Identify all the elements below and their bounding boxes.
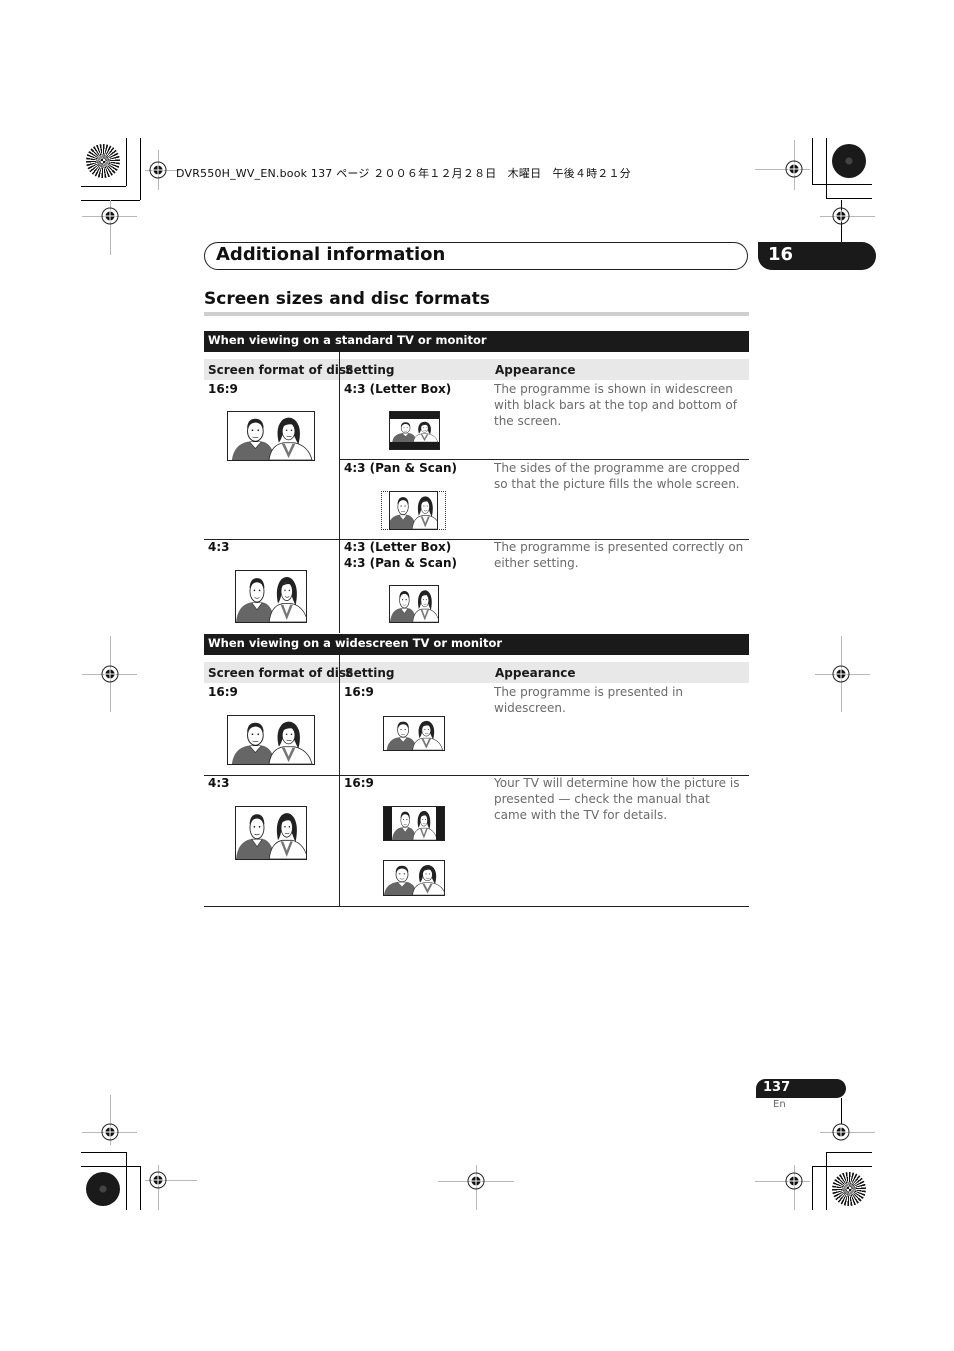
color-bar-star-icon xyxy=(832,1172,866,1206)
standard-picture xyxy=(389,585,439,623)
section-title: Screen sizes and disc formats xyxy=(204,289,490,309)
color-bar-solid-icon xyxy=(86,1172,120,1206)
man-illustration xyxy=(236,578,275,622)
column-header-setting: Setting xyxy=(345,666,395,680)
people-illustration xyxy=(390,590,438,622)
chapter-title: Additional information xyxy=(216,244,446,265)
column-header-disc-format: Screen format of disc xyxy=(208,363,354,377)
standard-tv-table: When viewing on a standard TV or monitor… xyxy=(204,331,749,633)
table-title: When viewing on a widescreen TV or monit… xyxy=(204,634,749,655)
registration-mark-icon xyxy=(149,1171,167,1189)
people-illustration xyxy=(236,813,306,859)
table-title: When viewing on a standard TV or monitor xyxy=(204,331,749,352)
table-header-row: Screen format of disc Setting Appearance xyxy=(204,662,749,683)
man-illustration xyxy=(236,814,275,859)
column-header-disc-format: Screen format of disc xyxy=(208,666,354,680)
pan-scan-picture xyxy=(389,491,438,530)
widescreen-picture xyxy=(227,411,315,461)
appearance-text: The programme is shown in widescreen wit… xyxy=(494,382,737,428)
woman-illustration xyxy=(268,577,306,622)
people-illustration xyxy=(231,721,313,764)
registration-mark-icon xyxy=(467,1172,485,1190)
color-bar-solid-icon xyxy=(832,144,866,178)
setting-label: 4:3 (Letter Box) xyxy=(344,382,452,396)
registration-mark-icon xyxy=(785,160,803,178)
column-header-appearance: Appearance xyxy=(495,363,576,377)
section-rule xyxy=(204,312,749,316)
disc-format-label: 16:9 xyxy=(208,382,238,396)
column-header-appearance: Appearance xyxy=(495,666,576,680)
appearance-text: The programme is presented in widescreen… xyxy=(494,685,684,715)
woman-illustration xyxy=(412,720,443,750)
table-header-row: Screen format of disc Setting Appearance xyxy=(204,359,749,380)
people-illustration xyxy=(392,810,436,840)
people-illustration xyxy=(231,417,313,460)
standard-picture xyxy=(235,806,307,860)
setting-label: 4:3 (Letter Box) xyxy=(344,540,452,554)
widescreen-picture xyxy=(227,715,315,765)
people-illustration xyxy=(390,496,437,529)
man-illustration xyxy=(390,497,417,529)
column-header-setting: Setting xyxy=(345,363,395,377)
woman-illustration xyxy=(411,496,437,529)
letterbox-picture xyxy=(389,411,440,450)
widescreen-picture xyxy=(383,716,445,751)
woman-illustration xyxy=(412,865,444,895)
appearance-text: Your TV will determine how the picture i… xyxy=(494,776,740,822)
registration-mark-icon xyxy=(832,207,850,225)
woman-illustration xyxy=(412,810,436,840)
color-bar-star-icon xyxy=(86,144,120,178)
appearance-text: The sides of the programme are cropped s… xyxy=(494,461,740,491)
man-illustration xyxy=(231,418,275,460)
registration-mark-icon xyxy=(785,1172,803,1190)
woman-illustration xyxy=(268,417,313,460)
woman-illustration xyxy=(413,421,439,442)
registration-mark-icon xyxy=(832,665,850,683)
page-language: En xyxy=(773,1099,786,1110)
standard-picture xyxy=(235,570,307,623)
people-illustration xyxy=(392,421,439,442)
registration-mark-icon xyxy=(832,1123,850,1141)
print-file-info: DVR550H_WV_EN.book 137 ページ ２００６年１２月２８日 木… xyxy=(176,167,631,180)
registration-mark-icon xyxy=(101,665,119,683)
setting-label: 16:9 xyxy=(344,776,374,790)
disc-format-label: 16:9 xyxy=(208,685,238,699)
disc-format-label: 4:3 xyxy=(208,540,230,554)
woman-illustration xyxy=(268,721,313,764)
man-illustration xyxy=(386,721,417,750)
people-illustration xyxy=(386,720,443,750)
chapter-number: 16 xyxy=(768,244,794,265)
registration-mark-icon xyxy=(149,161,167,179)
disc-format-label: 4:3 xyxy=(208,776,230,790)
man-illustration xyxy=(231,722,275,764)
setting-label: 4:3 (Pan & Scan) xyxy=(344,556,457,570)
widescreen-tv-table: When viewing on a widescreen TV or monit… xyxy=(204,634,749,907)
page-number: 137 xyxy=(763,1080,791,1095)
registration-mark-icon xyxy=(101,1123,119,1141)
man-illustration xyxy=(392,422,417,442)
setting-label: 16:9 xyxy=(344,685,374,699)
man-illustration xyxy=(390,591,417,622)
registration-mark-icon xyxy=(101,207,119,225)
man-illustration xyxy=(392,811,417,840)
stretched-picture xyxy=(383,860,445,896)
woman-illustration xyxy=(268,813,306,859)
setting-label: 4:3 (Pan & Scan) xyxy=(344,461,457,475)
pillarbox-picture xyxy=(383,806,445,841)
woman-illustration xyxy=(412,590,438,622)
people-illustration xyxy=(236,577,306,622)
man-illustration xyxy=(384,865,417,895)
appearance-text: The programme is presented correctly on … xyxy=(494,540,744,570)
people-illustration xyxy=(384,865,444,895)
